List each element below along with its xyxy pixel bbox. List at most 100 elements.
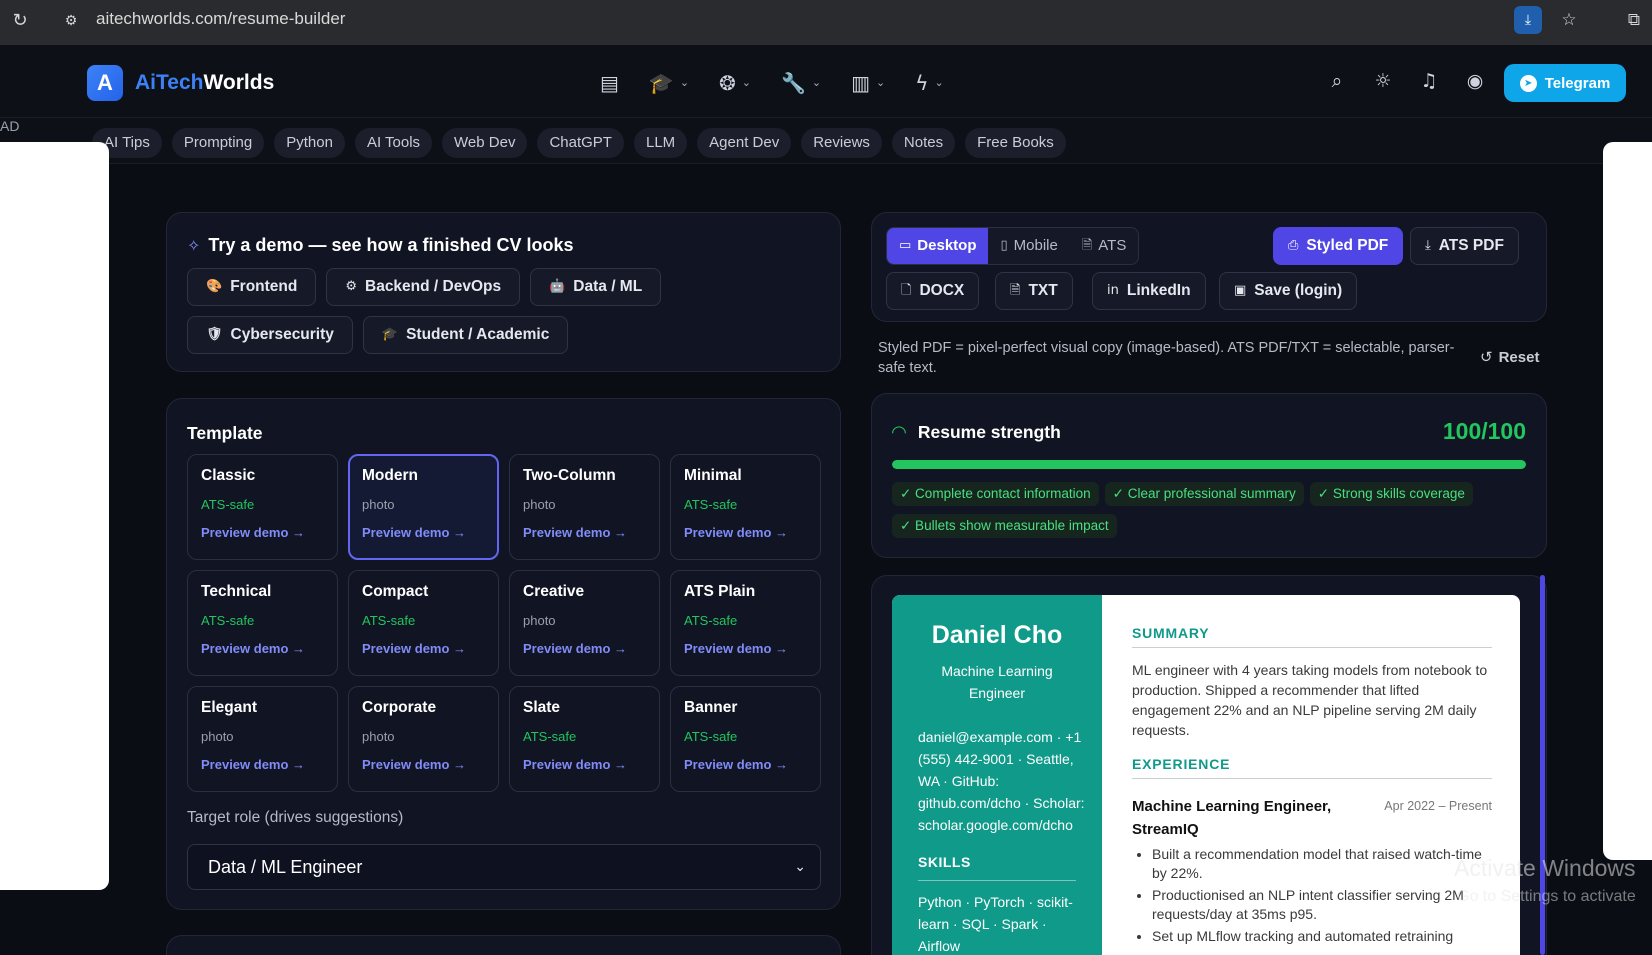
template-option[interactable]: Creative photo Preview demo → [509, 570, 660, 676]
template-option[interactable]: Slate ATS-safe Preview demo → [509, 686, 660, 792]
site-info-icon[interactable]: ⚙ [59, 9, 83, 33]
resume-skills-heading: SKILLS [918, 854, 1076, 881]
demo-button[interactable]: 🤖 Data / ML [530, 268, 662, 306]
template-card: Template Classic ATS-safe Preview demo → Mo… [166, 398, 841, 910]
preview-demo-link[interactable]: Preview demo → [523, 641, 646, 656]
quick-menu[interactable]: ϟ ⌄ [915, 69, 943, 97]
export-note: Styled PDF = pixel-perfect visual copy (… [878, 340, 1455, 376]
demo-button[interactable]: 🎓 Student / Academic [362, 316, 569, 354]
telegram-button[interactable]: ➤ Telegram [1504, 64, 1626, 102]
template-name: Classic [201, 467, 256, 484]
category-chip[interactable]: Free Books [965, 128, 1066, 158]
reset-button[interactable]: ↺ Reset [1480, 348, 1539, 366]
template-option[interactable]: Technical ATS-safe Preview demo → [187, 570, 338, 676]
category-chip[interactable]: Prompting [171, 128, 265, 158]
right-ad-banner[interactable] [1603, 142, 1652, 860]
resources-menu[interactable]: ▥ ⌄ [851, 69, 885, 97]
template-option[interactable]: Modern photo Preview demo → [348, 454, 499, 560]
ats-pdf-button[interactable]: ⤓ ATS PDF [1410, 227, 1519, 265]
template-tag: photo [362, 729, 395, 744]
chevron-down-icon: ⌄ [876, 76, 886, 89]
strength-checks: ✓ Complete contact information ✓ Clear pr… [892, 482, 1532, 538]
resume-strength-card: ◠ Resume strength 100/100 ✓ Complete con… [871, 393, 1547, 558]
demo-card: ✧ Try a demo — see how a finished CV loo… [166, 212, 841, 372]
category-chip[interactable]: LLM [633, 128, 688, 158]
logo-badge: A [87, 65, 123, 101]
view-export-card: ▭ Desktop ▯ Mobile 🗎 ATS ⎙ Styled PDF ⤓ ATS PDF… [871, 212, 1547, 322]
site-logo[interactable]: A AiTechWorlds [87, 65, 274, 101]
resume-preview[interactable]: Daniel Cho Machine Learning Engineer dan… [892, 595, 1520, 955]
template-option[interactable]: Banner ATS-safe Preview demo → [670, 686, 821, 792]
txt-button[interactable]: 🗎 TXT [995, 272, 1073, 310]
news-icon[interactable]: ▤ [600, 69, 619, 97]
template-option[interactable]: ATS Plain ATS-safe Preview demo → [670, 570, 821, 676]
briefcase-icon: ▥ [851, 71, 871, 95]
linkedin-button[interactable]: in LinkedIn [1092, 272, 1206, 310]
template-option[interactable]: Compact ATS-safe Preview demo → [348, 570, 499, 676]
install-app-icon[interactable]: ⤓ [1514, 6, 1542, 34]
demo-button-label: Student / Academic [406, 326, 550, 343]
preview-demo-link[interactable]: Preview demo → [201, 525, 324, 540]
resume-job-bullets: Built a recommendation model that raised… [1132, 845, 1492, 946]
lightning-icon: ϟ [915, 71, 929, 95]
category-chip[interactable]: Notes [891, 128, 956, 158]
template-name: Banner [684, 699, 738, 716]
tools-menu[interactable]: 🔧 ⌄ [781, 69, 821, 97]
demo-button[interactable]: ⚙ Backend / DevOps [326, 268, 521, 306]
tab-desktop[interactable]: ▭ Desktop [887, 228, 989, 264]
user-account-icon[interactable]: ◉ [1463, 67, 1487, 95]
target-role-select[interactable]: Data / ML Engineer ⌄ [187, 844, 821, 890]
template-option[interactable]: Two-Column photo Preview demo → [509, 454, 660, 560]
logo-text: AiTechWorlds [135, 71, 275, 94]
preview-demo-link[interactable]: Preview demo → [684, 757, 807, 772]
category-chip[interactable]: AI Tools [354, 128, 433, 158]
address-bar[interactable]: aitechworlds.com/resume-builder [96, 7, 345, 31]
bookmark-star-icon[interactable]: ☆ [1555, 6, 1583, 34]
courses-menu[interactable]: 🎓 ⌄ [649, 69, 689, 97]
template-option[interactable]: Classic ATS-safe Preview demo → [187, 454, 338, 560]
template-tag: photo [362, 497, 395, 512]
demo-button-label: Frontend [230, 278, 298, 295]
save-login-button[interactable]: ▣ Save (login) [1219, 272, 1358, 310]
category-chip[interactable]: Python [274, 128, 345, 158]
preview-demo-link[interactable]: Preview demo → [684, 525, 807, 540]
category-chip[interactable]: Reviews [801, 128, 882, 158]
category-chip[interactable]: Web Dev [442, 128, 528, 158]
search-icon[interactable]: ⌕ [1325, 67, 1349, 95]
ai-menu[interactable]: ❂ ⌄ [719, 69, 751, 97]
extensions-icon[interactable]: ⧉ [1620, 6, 1648, 34]
template-option[interactable]: Elegant photo Preview demo → [187, 686, 338, 792]
docx-button[interactable]: 🗋 DOCX [886, 272, 980, 310]
tab-mobile[interactable]: ▯ Mobile [988, 228, 1069, 264]
preview-demo-link[interactable]: Preview demo → [362, 757, 485, 772]
strength-progress-fill [892, 460, 1526, 469]
text-file-icon: 🗎 [1010, 283, 1021, 298]
demo-button-label: Data / ML [573, 278, 643, 295]
template-name: Creative [523, 583, 585, 600]
bell-icon[interactable]: ♫ [1417, 67, 1441, 95]
preview-demo-link[interactable]: Preview demo → [362, 525, 485, 540]
preview-demo-link[interactable]: Preview demo → [201, 757, 324, 772]
left-ad-banner[interactable] [0, 142, 109, 890]
linkedin-label: LinkedIn [1126, 282, 1191, 299]
template-option[interactable]: Corporate photo Preview demo → [348, 686, 499, 792]
category-chip[interactable]: ChatGPT [537, 128, 624, 158]
category-chip[interactable]: Agent Dev [697, 128, 792, 158]
template-name: Corporate [362, 699, 437, 716]
preview-demo-link[interactable]: Preview demo → [362, 641, 485, 656]
reload-icon[interactable]: ↻ [8, 9, 32, 33]
template-name: Elegant [201, 699, 257, 716]
tab-ats[interactable]: 🗎 ATS [1070, 228, 1139, 264]
theme-toggle-icon[interactable]: ☼ [1371, 67, 1395, 95]
styled-pdf-button[interactable]: ⎙ Styled PDF [1273, 227, 1404, 265]
demo-button[interactable]: 🎨 Frontend [187, 268, 317, 306]
resume-name: Daniel Cho [931, 621, 1063, 649]
preview-demo-link[interactable]: Preview demo → [523, 525, 646, 540]
tab-label: Mobile [1013, 237, 1058, 254]
template-option[interactable]: Minimal ATS-safe Preview demo → [670, 454, 821, 560]
preview-demo-link[interactable]: Preview demo → [201, 641, 324, 656]
preview-demo-link[interactable]: Preview demo → [684, 641, 807, 656]
ats-file-icon: 🗎 [1081, 238, 1093, 253]
preview-demo-link[interactable]: Preview demo → [523, 757, 646, 772]
demo-button[interactable]: 🛡 Cybersecurity [187, 316, 353, 354]
